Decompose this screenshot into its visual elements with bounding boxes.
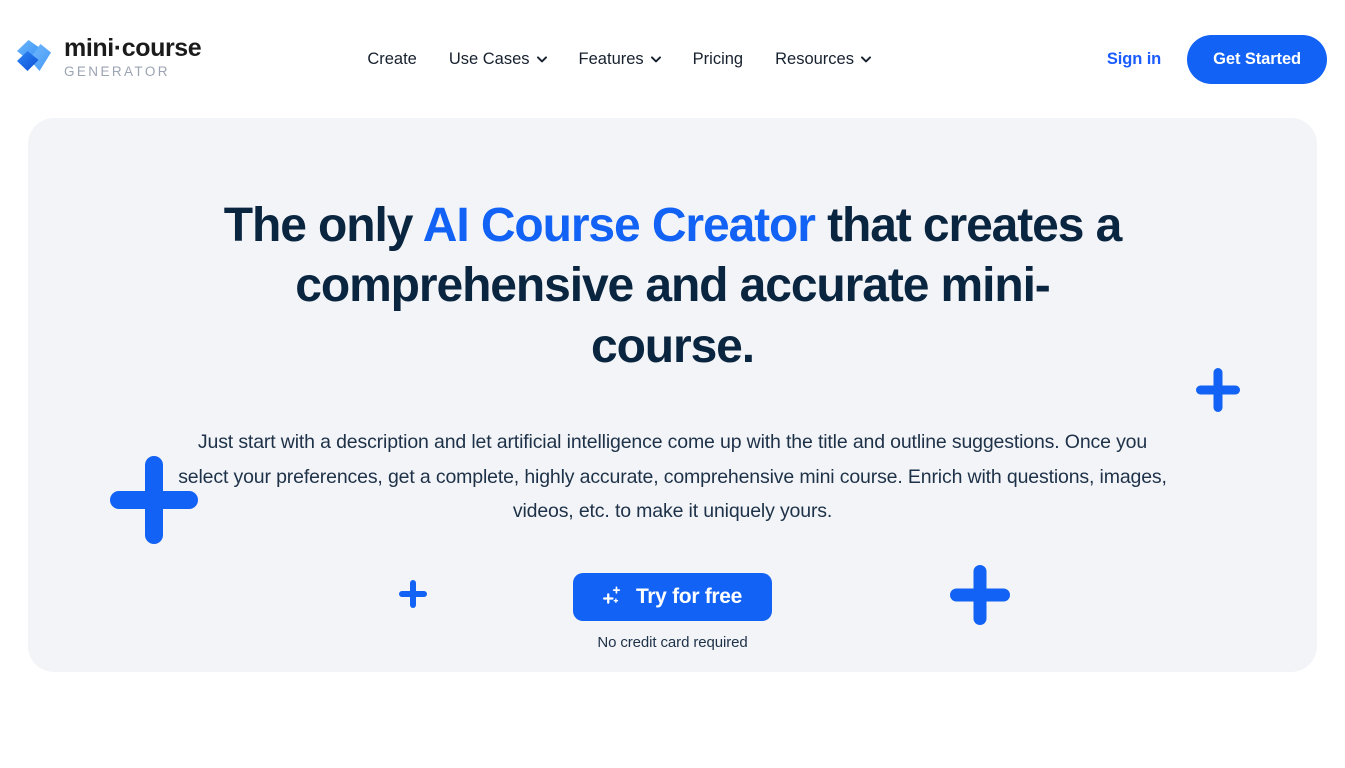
- site-header: mini·course GENERATOR Create Use Cases F…: [0, 0, 1345, 118]
- brand-subtitle: GENERATOR: [64, 63, 170, 79]
- hero-subtitle: Just start with a description and let ar…: [178, 431, 1167, 523]
- primary-navigation: Create Use Cases Features Pricing Resour…: [351, 42, 887, 77]
- hero-content: The only AI Course Creator that creates …: [28, 118, 1317, 672]
- page-title: The only AI Course Creator that creates …: [223, 196, 1123, 377]
- sparkle-icon: [602, 586, 620, 605]
- chevron-down-icon: [861, 55, 871, 62]
- hero-cta-block: Try for free No credit card required: [572, 572, 773, 651]
- chevron-down-icon: [536, 55, 547, 62]
- nav-item-label: Features: [578, 49, 644, 68]
- brand-text: mini·course GENERATOR: [64, 33, 202, 79]
- nav-item-use-cases[interactable]: Use Cases: [433, 42, 563, 77]
- hero-section: The only AI Course Creator that creates …: [28, 118, 1317, 672]
- headline-accent: AI Course Creator: [422, 199, 816, 252]
- brand-name: mini·course: [64, 33, 202, 62]
- brand-logo[interactable]: mini·course GENERATOR: [10, 33, 202, 79]
- no-credit-card-note: No credit card required: [597, 633, 748, 651]
- nav-item-label: Create: [367, 49, 417, 68]
- nav-item-create[interactable]: Create: [351, 42, 433, 77]
- nav-item-pricing[interactable]: Pricing: [677, 42, 759, 77]
- headline-part-1: The only: [223, 199, 423, 252]
- try-for-free-button[interactable]: Try for free: [572, 572, 773, 621]
- hero-wrapper: The only AI Course Creator that creates …: [0, 118, 1345, 672]
- chevron-down-icon: [650, 55, 661, 62]
- nav-item-resources[interactable]: Resources: [759, 42, 887, 77]
- overlapping-diamonds-logo-icon: [14, 38, 54, 76]
- sign-in-link[interactable]: Sign in: [1107, 50, 1161, 69]
- nav-item-features[interactable]: Features: [563, 42, 677, 77]
- nav-item-label: Pricing: [692, 49, 744, 68]
- get-started-button[interactable]: Get Started: [1187, 34, 1327, 84]
- nav-item-label: Resources: [775, 49, 854, 68]
- try-for-free-label: Try for free: [635, 584, 743, 608]
- nav-item-label: Use Cases: [448, 49, 530, 68]
- header-actions: Sign in Get Started: [1107, 34, 1331, 84]
